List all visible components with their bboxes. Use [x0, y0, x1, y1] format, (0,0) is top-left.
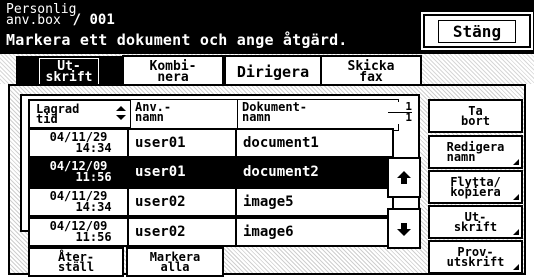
- box-title: Personlig anv.box / 001: [6, 3, 115, 28]
- reset-button[interactable]: Åter- ställ: [28, 247, 124, 277]
- edit-name-button[interactable]: Redigera namn: [428, 135, 523, 169]
- proof-print-label2: utskrift: [446, 255, 505, 269]
- tab-route-label: Dirigera: [236, 62, 310, 81]
- box-title-line2: anv.box: [6, 13, 61, 28]
- row-time: 11:56: [75, 170, 112, 184]
- row-user: user02: [127, 217, 243, 247]
- column-header-document: Dokument- namn: [237, 99, 399, 131]
- row-time: 11:56: [75, 230, 112, 244]
- reset-label2: ställ: [57, 260, 95, 274]
- row-user: user01: [127, 128, 243, 158]
- row-user: user02: [127, 187, 243, 217]
- row-time: 14:34: [75, 200, 112, 214]
- print-button[interactable]: Ut- skrift: [428, 205, 523, 239]
- move-copy-label2: kopiera: [450, 185, 501, 199]
- box-number: / 001: [72, 12, 115, 28]
- header-bar: Personlig anv.box / 001 Markera ett doku…: [0, 0, 534, 54]
- arrow-down-icon: [397, 222, 411, 236]
- row-time: 14:34: [75, 141, 112, 155]
- print-label2: skrift: [453, 220, 498, 234]
- row-date-cell: 04/12/09 11:56: [28, 217, 129, 247]
- close-button-label: Stäng: [437, 19, 517, 43]
- submenu-corner-icon: [513, 229, 519, 235]
- page-indicator: 1 1: [388, 101, 416, 124]
- scroll-down-button[interactable]: [387, 208, 421, 249]
- row-document: document2: [235, 157, 394, 187]
- select-all-button[interactable]: Markera alla: [126, 247, 224, 277]
- column-header-document-line2: namn: [242, 110, 271, 124]
- sort-updown-icon: [116, 106, 126, 120]
- submenu-corner-icon: [513, 264, 519, 270]
- instruction-text: Markera ett dokument och ange åtgärd.: [6, 31, 348, 49]
- scroll-up-button[interactable]: [387, 157, 421, 198]
- list-item[interactable]: 04/11/29 14:34 user02 image5: [28, 187, 394, 217]
- list-item[interactable]: 04/12/09 11:56 user02 image6: [28, 217, 394, 247]
- list-item-selected[interactable]: 04/12/09 11:56 user01 document2: [28, 157, 394, 187]
- list-item[interactable]: 04/11/29 14:34 user01 document1: [28, 128, 394, 158]
- row-date-cell: 04/12/09 11:56: [28, 157, 129, 187]
- row-date-cell: 04/11/29 14:34: [28, 187, 129, 217]
- sort-stored-time-button[interactable]: Lagrad tid: [28, 99, 136, 129]
- row-user: user01: [127, 157, 243, 187]
- row-document: image6: [235, 217, 394, 247]
- move-copy-button[interactable]: Flytta/ kopiera: [428, 170, 523, 204]
- close-button[interactable]: Stäng: [421, 12, 533, 50]
- row-document: document1: [235, 128, 394, 158]
- submenu-corner-icon: [513, 194, 519, 200]
- column-header-user: Anv.- namn: [130, 99, 244, 131]
- proof-print-button[interactable]: Prov- utskrift: [428, 240, 523, 274]
- delete-button[interactable]: Ta bort: [428, 99, 523, 133]
- tab-print-label2: skrift: [45, 70, 93, 85]
- page-total: 1: [405, 111, 412, 124]
- row-document: image5: [235, 187, 394, 217]
- arrow-up-icon: [397, 170, 411, 184]
- submenu-corner-icon: [513, 159, 519, 165]
- row-date-cell: 04/11/29 14:34: [28, 128, 129, 158]
- delete-label2: bort: [461, 114, 490, 128]
- column-header-user-line2: namn: [135, 110, 164, 124]
